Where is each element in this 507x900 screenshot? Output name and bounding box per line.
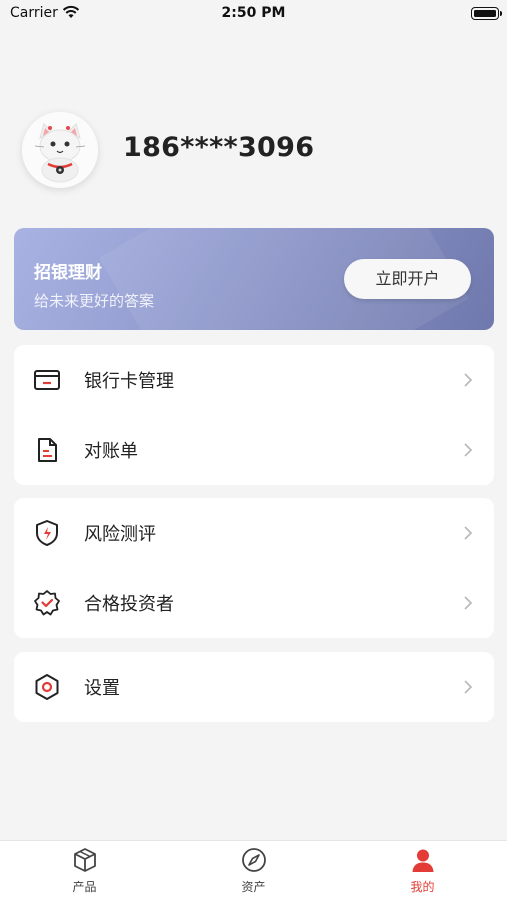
status-bar: Carrier 2:50 PM xyxy=(0,0,507,30)
avatar[interactable] xyxy=(22,112,98,188)
tab-products[interactable]: 产品 xyxy=(0,841,169,900)
account-menu-card: 银行卡管理 对账单 xyxy=(14,345,494,485)
menu-item-settings[interactable]: 设置 xyxy=(14,652,494,722)
settings-icon xyxy=(35,674,59,700)
menu-item-label: 设置 xyxy=(84,678,120,699)
chevron-right-icon xyxy=(464,443,473,457)
banner-subtitle: 给未来更好的答案 xyxy=(34,292,155,310)
tab-label: 产品 xyxy=(72,880,97,894)
open-account-button[interactable]: 立即开户 xyxy=(344,259,471,299)
menu-item-label: 合格投资者 xyxy=(84,594,174,615)
menu-item-risk-assessment[interactable]: 风险测评 xyxy=(14,498,494,568)
chevron-right-icon xyxy=(464,680,473,694)
menu-item-label: 风险测评 xyxy=(84,524,156,545)
box-icon xyxy=(74,848,96,872)
risk-shield-icon xyxy=(36,520,58,546)
lucky-cat-icon xyxy=(22,112,98,188)
chevron-right-icon xyxy=(464,526,473,540)
settings-menu-card: 设置 xyxy=(14,652,494,722)
bank-card-icon xyxy=(34,370,60,390)
banner-title: 招银理财 xyxy=(34,263,102,283)
chevron-right-icon xyxy=(464,596,473,610)
tab-assets[interactable]: 资产 xyxy=(169,841,338,900)
profile-header: 186****3096 xyxy=(22,112,492,192)
statement-icon xyxy=(38,438,57,462)
tab-label: 我的 xyxy=(410,880,435,894)
menu-item-label: 对账单 xyxy=(84,441,138,462)
battery-icon xyxy=(471,7,502,20)
menu-item-qualified-investor[interactable]: 合格投资者 xyxy=(14,568,494,638)
phone-number: 186****3096 xyxy=(123,132,315,163)
bottom-tab-bar: 产品 资产 我的 xyxy=(0,840,507,900)
menu-item-label: 银行卡管理 xyxy=(84,371,174,392)
investor-menu-card: 风险测评 合格投资者 xyxy=(14,498,494,638)
clock: 2:50 PM xyxy=(221,5,286,21)
compass-icon xyxy=(242,848,266,872)
qualified-badge-icon xyxy=(34,590,60,616)
tab-mine[interactable]: 我的 xyxy=(338,841,507,900)
wealth-banner[interactable]: 招银理财 给未来更好的答案 立即开户 xyxy=(14,228,494,330)
menu-item-statement[interactable]: 对账单 xyxy=(14,415,494,485)
chevron-right-icon xyxy=(464,373,473,387)
menu-item-bank-card[interactable]: 银行卡管理 xyxy=(14,345,494,415)
tab-label: 资产 xyxy=(241,880,266,894)
user-icon xyxy=(412,849,434,872)
